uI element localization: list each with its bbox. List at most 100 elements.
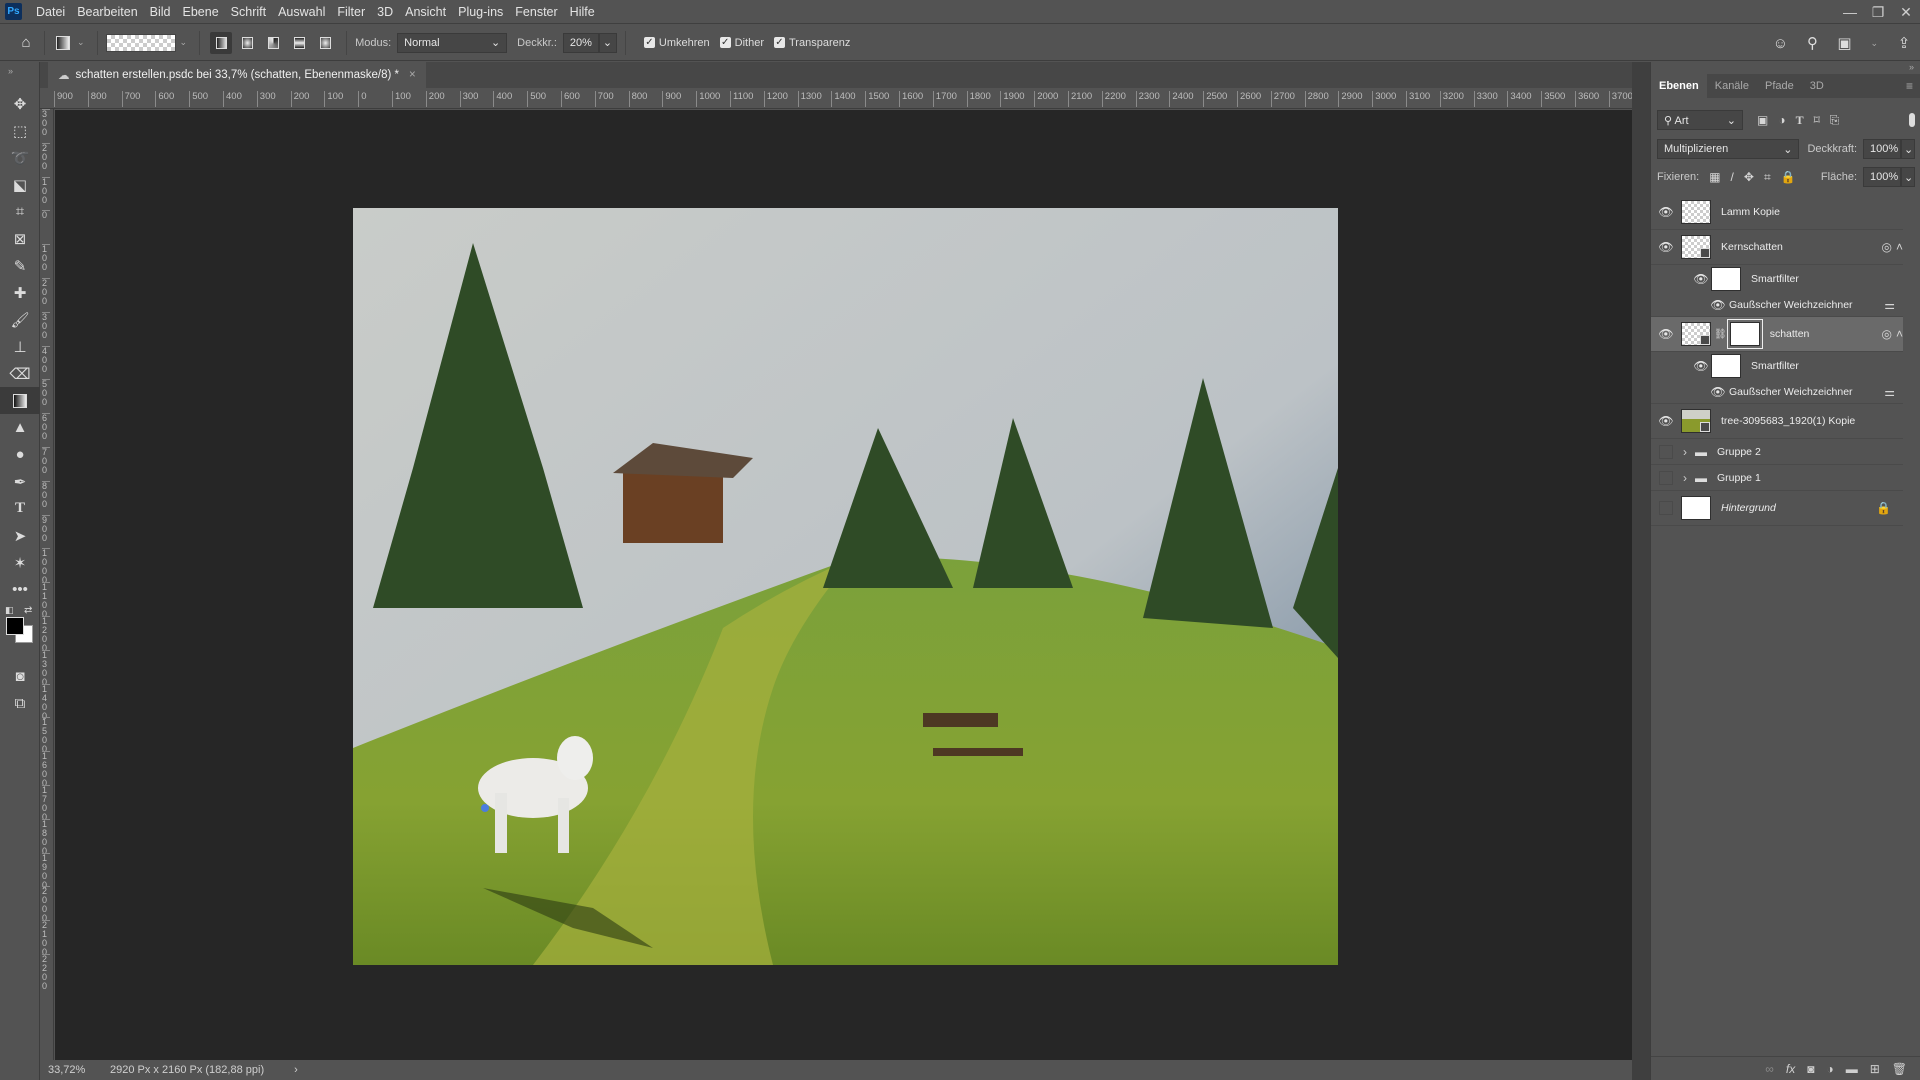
lock-all-icon[interactable]: 🔒 [1781,170,1796,184]
blur-tool[interactable]: ▲ [0,414,40,441]
chevron-down-icon[interactable]: ⌄ [77,37,85,48]
visibility-eye-icon[interactable]: 👁 [1710,385,1725,399]
visibility-eye-icon[interactable]: 👁 [1651,240,1681,254]
eyedropper-tool[interactable]: ✎ [0,252,40,279]
lock-pixels-icon[interactable]: / [1731,170,1734,184]
menu-auswahl[interactable]: Auswahl [272,5,331,19]
foreground-color[interactable] [6,617,24,635]
visibility-eye-icon[interactable]: 👁 [1710,298,1725,312]
quick-mask-button[interactable]: ◙ [0,663,40,690]
close-window-button[interactable]: ✕ [1892,0,1920,24]
close-tab-icon[interactable]: × [409,69,416,81]
menu-3d[interactable]: 3D [371,5,399,19]
zoom-level[interactable]: 33,72% [48,1064,98,1076]
filter-type-icon[interactable]: T [1796,113,1804,128]
menu-schrift[interactable]: Schrift [225,5,272,19]
gradient-picker[interactable] [105,33,176,52]
tool-preset-icon[interactable] [53,33,73,53]
search-icon[interactable]: ⚲ [1802,33,1822,53]
radial-gradient-button[interactable] [236,32,258,54]
tab-kanaele[interactable]: Kanäle [1707,74,1757,98]
transparenz-checkbox[interactable]: ✓ Transparenz [774,37,850,49]
delete-layer-icon[interactable]: 🗑 [1892,1062,1907,1076]
path-selection-tool[interactable]: ➤ [0,522,40,549]
layer-mask-thumbnail[interactable] [1726,319,1763,349]
menu-bild[interactable]: Bild [144,5,177,19]
more-tools[interactable]: ••• [0,576,40,603]
layer-row[interactable]: 👁 Kernschatten ◎ ˄ [1651,230,1903,265]
object-selection-tool[interactable]: ⬕ [0,171,40,198]
group-row[interactable]: › ▬ Gruppe 2 [1651,439,1903,465]
filter-options-icon[interactable]: ⚌ [1884,298,1895,312]
collapse-panel-icon[interactable]: » [1909,62,1914,72]
layer-row[interactable]: 👁 tree-3095683_1920(1) Kopie [1651,404,1903,439]
filter-adjustment-icon[interactable]: ◑ [1778,113,1785,127]
type-tool[interactable]: T [0,495,40,522]
opacity-dropdown[interactable]: ⌄ [598,32,617,53]
layer-filter-select[interactable]: ⚲ Art ⌄ [1657,110,1743,130]
layer-blend-mode-select[interactable]: Multiplizieren ⌄ [1657,139,1800,159]
canvas-area[interactable] [55,110,1632,1060]
new-layer-icon[interactable]: ⊞ [1870,1062,1880,1076]
filter-options-icon[interactable]: ⚌ [1884,385,1895,399]
menu-ebene[interactable]: Ebene [177,5,225,19]
lock-position-icon[interactable]: ✥ [1744,170,1754,184]
adjustment-layer-icon[interactable]: ◑ [1826,1062,1833,1076]
restore-button[interactable]: ❐ [1864,0,1892,24]
fill-input[interactable]: 100% [1863,167,1901,187]
crop-tool[interactable]: ⌗ [0,198,40,225]
status-menu-arrow[interactable]: › [294,1064,298,1076]
workspace-icon[interactable]: ▣ [1834,33,1854,53]
visibility-eye-icon[interactable]: 👁 [1651,327,1681,341]
filter-row[interactable]: 👁 Gaußscher Weichzeichner ⚌ [1651,293,1903,317]
healing-brush-tool[interactable]: ✚ [0,279,40,306]
filter-shape-icon[interactable]: ⌑ [1814,113,1820,127]
document-canvas[interactable] [353,208,1338,965]
eraser-tool[interactable]: ⌫ [0,360,40,387]
umkehren-checkbox[interactable]: ✓ Umkehren [643,37,710,49]
menu-bearbeiten[interactable]: Bearbeiten [71,5,143,19]
smartfilter-row[interactable]: 👁 Smartfilter [1651,265,1903,293]
dodge-tool[interactable]: ● [0,441,40,468]
share-icon[interactable]: ⇪ [1894,33,1914,53]
gradient-tool[interactable] [0,387,40,414]
new-group-icon[interactable]: ▬ [1846,1062,1858,1076]
shape-tool[interactable]: ✶ [0,549,40,576]
link-icon[interactable]: ⛓ [1714,329,1727,340]
fill-dropdown[interactable]: ⌄ [1901,167,1915,187]
smartfilter-row[interactable]: 👁 Smartfilter [1651,352,1903,380]
vertical-ruler[interactable]: 300 200 100 0 100 200 300 400 500 600 700 800 900 100… [40,109,54,1060]
tab-pfade[interactable]: Pfade [1757,74,1802,98]
document-tab[interactable]: ☁ schatten erstellen.psdc bei 33,7% (sch… [48,62,426,88]
visibility-eye-icon[interactable]: 👁 [1691,272,1711,286]
link-layers-icon[interactable]: ∞ [1765,1062,1774,1076]
visibility-toggle[interactable] [1659,470,1673,485]
layer-row-selected[interactable]: 👁 ⛓ schatten ◎ ˄ [1651,317,1903,352]
fx-icon[interactable]: fx [1786,1062,1795,1076]
collapse-toolbar-icon[interactable]: » [0,62,39,90]
chevron-down-icon[interactable]: ⌄ [1870,38,1878,49]
tab-ebenen[interactable]: Ebenen [1651,74,1707,98]
share-user-icon[interactable]: ☺ [1770,33,1790,53]
move-tool[interactable]: ✥ [0,90,40,117]
screen-mode-button[interactable]: ⧉ [0,690,40,717]
menu-filter[interactable]: Filter [331,5,371,19]
lasso-tool[interactable]: ➰ [0,144,40,171]
visibility-toggle[interactable] [1659,501,1673,515]
home-icon[interactable]: ⌂ [16,33,36,53]
horizontal-ruler[interactable]: 900 800 700 600 500 400 300 200 100 0 100 200 300 400… [40,89,1632,109]
dither-checkbox[interactable]: ✓ Dither [719,37,764,49]
reflected-gradient-button[interactable] [288,32,310,54]
expand-chevron-icon[interactable]: › [1683,471,1687,485]
chevron-down-icon[interactable]: ⌄ [180,37,188,48]
frame-tool[interactable]: ⊠ [0,225,40,252]
expand-chevron-icon[interactable]: › [1683,445,1687,459]
lock-transparent-icon[interactable]: ▦ [1709,170,1720,184]
layer-opacity-dropdown[interactable]: ⌄ [1901,139,1915,159]
brush-tool[interactable]: 🖌 [0,306,40,333]
layer-opacity-input[interactable]: 100% [1863,139,1901,159]
layer-row[interactable]: Hintergrund 🔒 [1651,491,1903,526]
add-mask-icon[interactable]: ◙ [1807,1062,1814,1076]
minimize-button[interactable]: — [1836,0,1864,24]
menu-ansicht[interactable]: Ansicht [399,5,452,19]
